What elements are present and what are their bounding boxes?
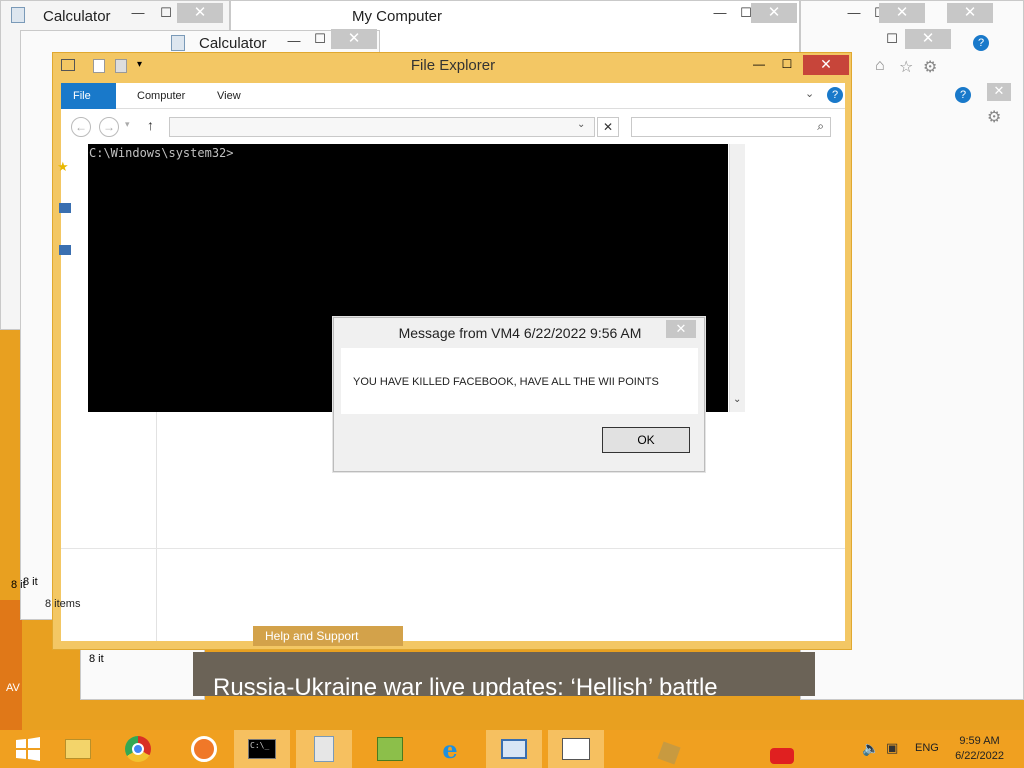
- close-button[interactable]: ✕: [331, 29, 377, 49]
- recent-locations-icon[interactable]: ▾: [125, 119, 130, 130]
- tab-view[interactable]: View: [205, 83, 253, 109]
- ribbon-expand-icon[interactable]: ⌄: [805, 87, 814, 100]
- file-explorer-icon: [65, 739, 91, 759]
- console-scrollbar[interactable]: ⌄: [729, 144, 745, 412]
- dialog-message: YOU HAVE KILLED FACEBOOK, HAVE ALL THE W…: [353, 376, 659, 388]
- roblox-icon[interactable]: [657, 741, 681, 765]
- help-icon[interactable]: ?: [973, 35, 989, 51]
- close-button[interactable]: ✕: [947, 3, 993, 23]
- search-input[interactable]: ⌕: [631, 117, 831, 137]
- news-banner[interactable]: Russia-Ukraine war live updates: ‘Hellis…: [193, 652, 815, 696]
- window-title: Calculator: [199, 35, 267, 52]
- tab-file[interactable]: File: [61, 83, 116, 109]
- address-dropdown-icon[interactable]: ⌄: [577, 119, 585, 130]
- volume-muted-icon[interactable]: 🔈: [862, 740, 879, 757]
- maximize-button[interactable]: ☐: [773, 55, 801, 75]
- calculator-icon: [314, 736, 334, 762]
- console-prompt[interactable]: C:\Windows\system32>: [89, 146, 234, 160]
- status-bar-items: 8 it: [89, 653, 104, 665]
- close-button[interactable]: ✕: [879, 3, 925, 23]
- taskbar-chrome[interactable]: [110, 730, 166, 768]
- taskbar-internet-explorer[interactable]: e: [422, 730, 478, 768]
- start-button[interactable]: [0, 730, 56, 768]
- taskbar-cmd[interactable]: C:\_: [234, 730, 290, 768]
- taskbar-remote-desktop[interactable]: [486, 730, 542, 768]
- desktop-icon-label[interactable]: AV: [6, 682, 20, 694]
- help-and-support-tab[interactable]: Help and Support: [253, 626, 403, 646]
- close-button[interactable]: ✕: [905, 29, 951, 49]
- remote-desktop-icon: [501, 739, 527, 759]
- window-title: Calculator: [43, 8, 111, 25]
- status-bar-items: 8 items: [45, 598, 81, 610]
- home-icon[interactable]: ⌂: [875, 57, 885, 75]
- dialog-body: YOU HAVE KILLED FACEBOOK, HAVE ALL THE W…: [341, 348, 698, 414]
- window-title: My Computer: [352, 8, 443, 25]
- calculator-icon: [171, 35, 185, 51]
- close-button[interactable]: ✕: [803, 55, 849, 75]
- clock-time: 9:59 AM: [959, 735, 1000, 747]
- forward-button[interactable]: →: [99, 117, 119, 137]
- desktop-background: [0, 600, 22, 730]
- window-title: File Explorer: [410, 57, 496, 74]
- cmd-icon: C:\_: [248, 739, 276, 759]
- star-icon[interactable]: ☆: [899, 57, 913, 77]
- gear-icon[interactable]: ⚙: [923, 57, 937, 77]
- up-button[interactable]: ↑: [147, 117, 154, 133]
- taskbar-calculator[interactable]: [296, 730, 352, 768]
- network-tray-icon[interactable]: ▣: [886, 740, 898, 756]
- scroll-down-icon[interactable]: ⌄: [733, 394, 741, 405]
- clear-address-button[interactable]: ✕: [597, 117, 619, 137]
- message-dialog: Message from VM4 6/22/2022 9:56 AM ✕ YOU…: [333, 317, 705, 472]
- taskbar-avast[interactable]: [176, 730, 232, 768]
- status-bar-items: 8 it: [23, 576, 38, 588]
- ok-button[interactable]: OK: [602, 427, 690, 453]
- help-icon[interactable]: ?: [827, 87, 843, 103]
- gear-icon[interactable]: ⚙: [987, 107, 1001, 127]
- chrome-icon: [125, 736, 151, 762]
- clock-date: 6/22/2022: [955, 750, 1004, 762]
- close-button[interactable]: ✕: [751, 3, 797, 23]
- calculator-icon: [11, 7, 25, 23]
- address-bar[interactable]: [169, 117, 595, 137]
- taskbar-file-explorer[interactable]: [50, 730, 106, 768]
- tab-computer[interactable]: Computer: [125, 83, 197, 109]
- minimize-button[interactable]: —: [745, 55, 773, 75]
- ribbon: File Computer View ⌄ ?: [61, 83, 845, 109]
- taskbar-dialog[interactable]: [548, 730, 604, 768]
- avast-icon: [191, 736, 217, 762]
- help-icon[interactable]: ?: [955, 87, 971, 103]
- divider: [61, 548, 845, 549]
- dialog-icon: [562, 738, 590, 760]
- address-row: ← → ▾ ↑ ⌄ ✕ ⌕: [61, 109, 845, 145]
- dialog-title: Message from VM4 6/22/2022 9:56 AM: [398, 325, 642, 341]
- minimize-button[interactable]: —: [123, 5, 153, 23]
- news-headline[interactable]: Russia-Ukraine war live updates: ‘Hellis…: [213, 674, 718, 696]
- close-button[interactable]: ✕: [987, 83, 1011, 101]
- network-icon: [377, 737, 403, 761]
- close-button[interactable]: ✕: [177, 3, 223, 23]
- taskbar: C:\_ e 🔈 ▣ ENG 9:59 AM 6/22/2022: [0, 730, 1024, 768]
- search-icon[interactable]: ⌕: [817, 119, 824, 134]
- close-button[interactable]: ✕: [666, 320, 696, 338]
- language-indicator[interactable]: ENG: [915, 742, 939, 754]
- back-button[interactable]: ←: [71, 117, 91, 137]
- clock[interactable]: 9:59 AM 6/22/2022: [955, 734, 1004, 764]
- taskbar-network[interactable]: [362, 730, 418, 768]
- ie-icon: e: [442, 734, 458, 764]
- youtube-icon[interactable]: [770, 748, 794, 764]
- start-icon: [16, 737, 40, 761]
- maximize-button[interactable]: ☐: [877, 31, 907, 49]
